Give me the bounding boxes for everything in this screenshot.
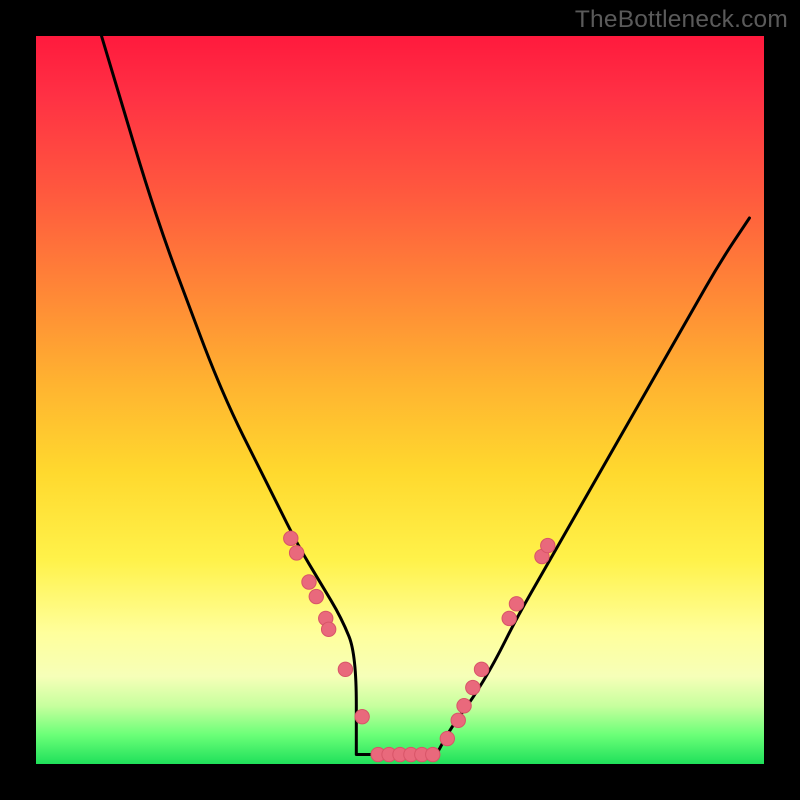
data-point	[502, 611, 516, 625]
data-point-markers	[284, 531, 555, 762]
data-point	[541, 538, 555, 552]
data-point	[289, 546, 303, 560]
curve-layer	[36, 36, 764, 764]
plot-area	[36, 36, 764, 764]
data-point	[426, 747, 440, 761]
data-point	[457, 699, 471, 713]
data-point	[321, 622, 335, 636]
chart-frame: TheBottleneck.com	[0, 0, 800, 800]
data-point	[309, 589, 323, 603]
data-point	[451, 713, 465, 727]
data-point	[338, 662, 352, 676]
curve-left-branch	[102, 36, 357, 755]
data-point	[474, 662, 488, 676]
data-point	[355, 709, 369, 723]
data-point	[440, 731, 454, 745]
data-point	[509, 597, 523, 611]
data-point	[466, 680, 480, 694]
watermark-text: TheBottleneck.com	[575, 6, 788, 34]
data-point	[302, 575, 316, 589]
bottleneck-curve	[102, 36, 750, 755]
data-point	[284, 531, 298, 545]
